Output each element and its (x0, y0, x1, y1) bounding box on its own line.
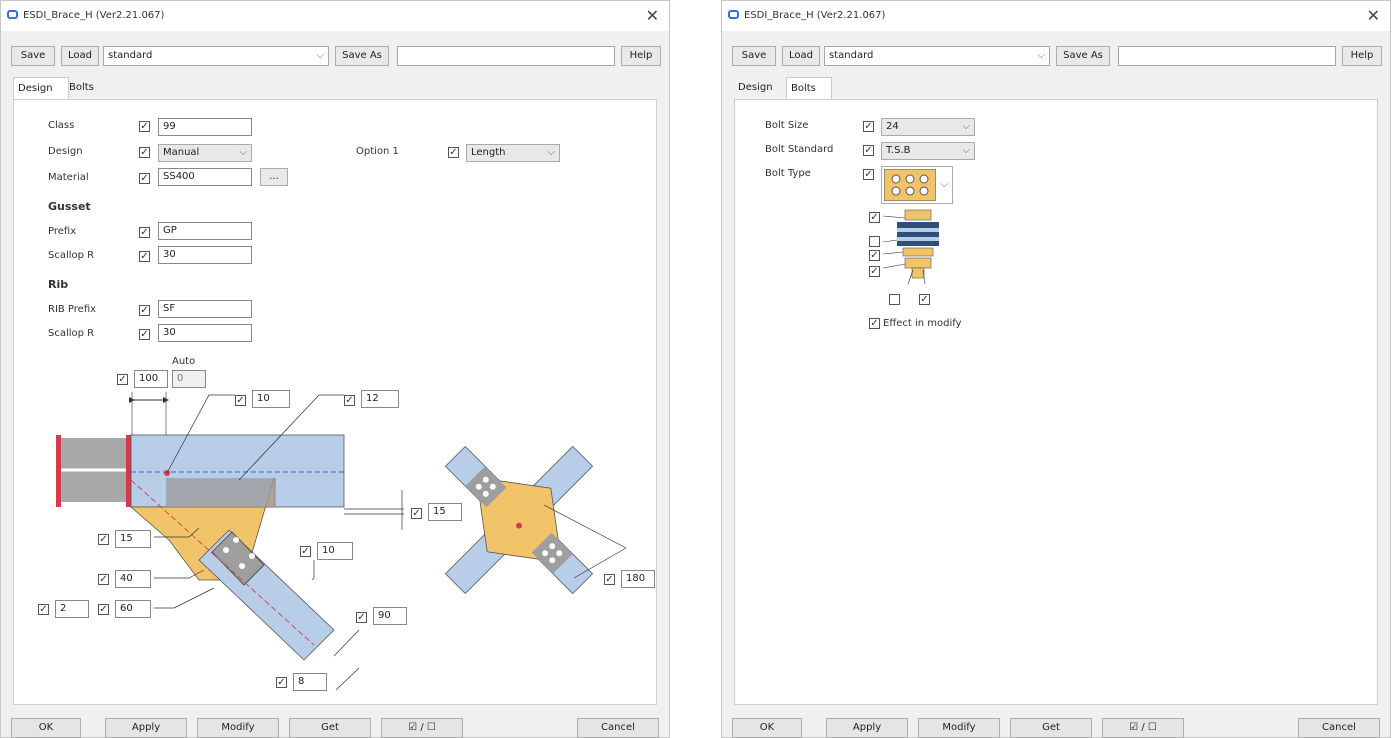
bolt-standard-label: Bolt Standard (765, 144, 834, 155)
f60-checkbox[interactable]: ✓ (98, 604, 109, 615)
f40-input[interactable]: 40 (115, 570, 151, 588)
bolt-lower-washer-checkbox[interactable]: ✓ (869, 250, 880, 261)
window-title: ESDI_Brace_H (Ver2.21.067) (23, 10, 165, 21)
tab-design[interactable]: Design (13, 77, 69, 100)
effect-in-modify-label: Effect in modify (883, 318, 962, 329)
save-button[interactable]: Save (11, 46, 55, 66)
chevron-down-icon: ⌵ (962, 121, 970, 132)
f15a-checkbox[interactable]: ✓ (411, 508, 422, 519)
column-flange-right (126, 435, 131, 507)
f2-input[interactable]: 2 (55, 600, 89, 618)
connection-diagram (56, 392, 627, 691)
toggle-checks-button[interactable]: ☑ / ☐ (1102, 718, 1184, 738)
tab-bolts[interactable]: Bolts (786, 77, 832, 100)
toggle-checks-button[interactable]: ☑ / ☐ (381, 718, 463, 738)
load-button[interactable]: Load (782, 46, 820, 66)
f100-input[interactable]: 100 (134, 370, 168, 388)
f180-checkbox[interactable]: ✓ (604, 574, 615, 585)
f10b-checkbox[interactable]: ✓ (300, 546, 311, 557)
close-icon[interactable]: ✕ (1367, 6, 1380, 25)
f90-checkbox[interactable]: ✓ (356, 612, 367, 623)
f90-input[interactable]: 90 (373, 607, 407, 625)
bolt-type-select[interactable]: ⌵ (881, 166, 953, 204)
apply-button[interactable]: Apply (826, 718, 908, 738)
f10b-input[interactable]: 10 (317, 542, 353, 560)
bolt-size-select[interactable]: 24 ⌵ (881, 118, 975, 136)
ok-button[interactable]: OK (732, 718, 802, 738)
bolt-size-label: Bolt Size (765, 120, 809, 131)
chevron-down-icon: ⌵ (316, 50, 324, 61)
app-logo-icon (728, 10, 739, 19)
bolt-shank-checkbox[interactable] (889, 294, 900, 305)
title-bar: ESDI_Brace_H (Ver2.21.067) ✕ (1, 1, 669, 31)
help-button[interactable]: Help (621, 46, 661, 66)
f180-input[interactable]: 180 (621, 570, 655, 588)
f15b-checkbox[interactable]: ✓ (98, 534, 109, 545)
bolt-size-value: 24 (886, 121, 899, 132)
bolt-pattern-icon (884, 169, 936, 201)
save-button[interactable]: Save (732, 46, 776, 66)
f12-checkbox[interactable]: ✓ (344, 395, 355, 406)
f10a-input[interactable]: 10 (252, 390, 290, 408)
title-bar: ESDI_Brace_H (Ver2.21.067) ✕ (722, 1, 1390, 31)
preset-select[interactable]: standard ⌵ (103, 46, 329, 66)
bolt-upper-washer-checkbox[interactable] (869, 236, 880, 247)
bolt-nut-checkbox[interactable]: ✓ (869, 266, 880, 277)
ok-button[interactable]: OK (11, 718, 81, 738)
cancel-button[interactable]: Cancel (1298, 718, 1380, 738)
bolt-standard-checkbox[interactable]: ✓ (863, 145, 874, 156)
f8-checkbox[interactable]: ✓ (276, 677, 287, 688)
close-icon[interactable]: ✕ (646, 6, 659, 25)
save-as-button[interactable]: Save As (1056, 46, 1110, 66)
window-title: ESDI_Brace_H (Ver2.21.067) (744, 10, 886, 21)
f60-input[interactable]: 60 (115, 600, 151, 618)
bolt-type-checkbox[interactable]: ✓ (863, 169, 874, 180)
chevron-down-icon: ⌵ (962, 145, 970, 156)
save-as-name-input[interactable] (1118, 46, 1336, 66)
bolt-head-washer-checkbox[interactable]: ✓ (869, 212, 880, 223)
app-logo-icon (7, 10, 18, 19)
preset-select[interactable]: standard ⌵ (824, 46, 1050, 66)
get-button[interactable]: Get (289, 718, 371, 738)
column-flange-left (56, 435, 61, 507)
f15b-input[interactable]: 15 (115, 530, 151, 548)
f2-checkbox[interactable]: ✓ (38, 604, 49, 615)
f40-checkbox[interactable]: ✓ (98, 574, 109, 585)
bolt-size-checkbox[interactable]: ✓ (863, 121, 874, 132)
f15a-input[interactable]: 15 (428, 503, 462, 521)
preset-value: standard (108, 50, 153, 61)
bolt-standard-select[interactable]: T.S.B ⌵ (881, 142, 975, 160)
design-panel: Class ✓ 99 Design ✓ Manual ⌵ Option 1 ✓ … (13, 99, 657, 705)
dialog-bolts: ESDI_Brace_H (Ver2.21.067) ✕ Save Load s… (721, 0, 1391, 738)
bolt-type-label: Bolt Type (765, 168, 811, 179)
bolt-standard-value: T.S.B (886, 145, 911, 156)
get-button[interactable]: Get (1010, 718, 1092, 738)
apply-button[interactable]: Apply (105, 718, 187, 738)
modify-button[interactable]: Modify (918, 718, 1000, 738)
load-button[interactable]: Load (61, 46, 99, 66)
dialog-design: ESDI_Brace_H (Ver2.21.067) ✕ Save Load s… (0, 0, 670, 738)
help-button[interactable]: Help (1342, 46, 1382, 66)
bolt-thread-checkbox[interactable]: ✓ (919, 294, 930, 305)
tab-bolts[interactable]: Bolts (65, 77, 109, 99)
modify-button[interactable]: Modify (197, 718, 279, 738)
bolt-assembly-icon (883, 209, 939, 285)
save-as-button[interactable]: Save As (335, 46, 389, 66)
auto-input[interactable]: 0 (172, 370, 206, 388)
effect-in-modify-checkbox[interactable]: ✓ (869, 318, 880, 329)
bolts-panel: Bolt Size ✓ 24 ⌵ Bolt Standard ✓ T.S.B ⌵… (734, 99, 1378, 705)
preset-value: standard (829, 50, 874, 61)
f8-input[interactable]: 8 (293, 673, 327, 691)
f10a-checkbox[interactable]: ✓ (235, 395, 246, 406)
save-as-name-input[interactable] (397, 46, 615, 66)
chevron-down-icon: ⌵ (1037, 50, 1045, 61)
chevron-down-icon: ⌵ (940, 179, 948, 190)
cancel-button[interactable]: Cancel (577, 718, 659, 738)
f12-input[interactable]: 12 (361, 390, 399, 408)
f100-checkbox[interactable]: ✓ (117, 374, 128, 385)
auto-label: Auto (172, 356, 196, 367)
tab-design[interactable]: Design (734, 77, 788, 99)
